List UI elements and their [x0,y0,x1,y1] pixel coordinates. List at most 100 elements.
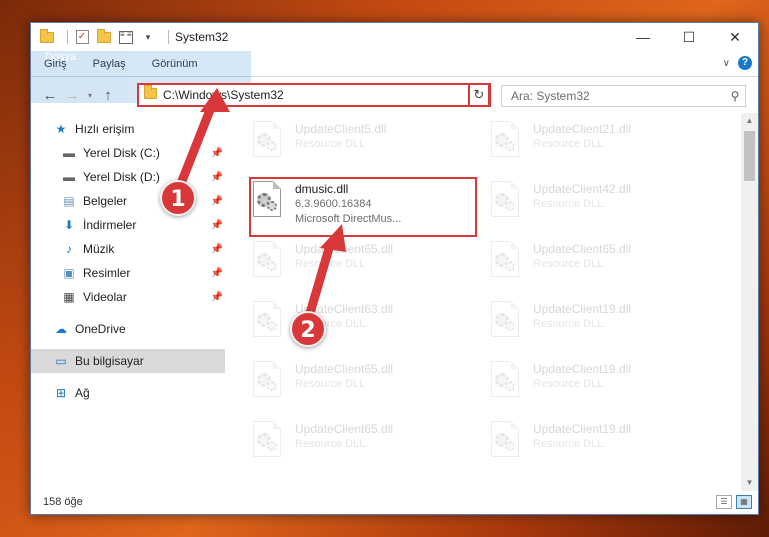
search-input[interactable]: Ara: System32 ⚲ [501,85,746,107]
file-item[interactable]: UpdateClient19.dll Resource DLL [487,299,707,351]
vertical-scrollbar[interactable]: ▲ ▼ [741,113,758,491]
file-item[interactable]: UpdateClient65.dll Resource DLL [249,419,469,471]
dll-file-icon [249,121,285,167]
dll-file-icon [487,181,523,227]
explorer-window: ✓ ≡ ≡ ▾ System32 — ☐ ✕ Dosya Giriş Payla… [30,22,759,515]
address-bar[interactable]: C:\Windows\System32 ∨ [137,83,491,107]
address-path[interactable]: C:\Windows\System32 [163,88,471,102]
scroll-thumb[interactable] [744,131,755,181]
music-note-icon: ♪ [66,242,72,256]
pictures-icon: ▣ [63,266,75,280]
minimize-button[interactable]: — [620,23,666,51]
forward-arrow-icon[interactable]: → [61,87,83,104]
nav-network[interactable]: ⊞ Ağ [31,381,225,405]
file-item[interactable]: UpdateClient65.dll Resource DLL [249,359,469,411]
file-name: UpdateClient42.dll [533,182,632,196]
search-placeholder: Ara: System32 [511,89,590,103]
dll-file-icon [249,421,285,467]
maximize-button[interactable]: ☐ [666,23,712,51]
file-item[interactable]: UpdateClient19.dll Resource DLL [487,359,707,411]
nav-item-local-disk-c[interactable]: ▬ Yerel Disk (C:) 📌 [31,141,225,165]
file-name: UpdateClient21.dll [533,122,632,136]
properties-icon[interactable]: ≡ ≡ [118,29,134,45]
navigation-pane: ★ Hızlı erişim ▬ Yerel Disk (C:) 📌 ▬ Yer… [31,113,225,491]
computer-icon: ▭ [55,354,67,368]
drive-icon: ▬ [63,170,75,184]
file-description: Resource DLL [533,258,604,270]
details-view-icon[interactable]: ☰ [716,495,732,509]
pin-icon[interactable]: 📌 [211,148,223,159]
title-bar: ✓ ≡ ≡ ▾ System32 — ☐ ✕ [31,23,758,51]
pin-icon[interactable]: 📌 [211,196,223,207]
file-name: UpdateClient65.dll [295,422,394,436]
highlight-box [249,177,477,237]
back-arrow-icon[interactable]: ← [39,87,61,104]
pin-icon[interactable]: 📌 [211,220,223,231]
file-description: Resource DLL [533,138,604,150]
nav-label: Videolar [83,290,127,304]
properties-check-icon[interactable]: ✓ [74,29,90,45]
file-name: UpdateClient19.dll [533,362,632,376]
file-description: Resource DLL [295,378,366,390]
expand-ribbon-chevron-icon[interactable]: ∨ [723,58,730,69]
ribbon-right: ∨ ? [723,56,752,70]
help-button[interactable]: ? [738,56,752,70]
pin-icon[interactable]: 📌 [211,244,223,255]
nav-label: Yerel Disk (C:) [83,146,160,160]
file-item[interactable]: UpdateClient19.dll Resource DLL [487,419,707,471]
nav-item-downloads[interactable]: ⬇ İndirmeler 📌 [31,213,225,237]
tiles-view-icon[interactable]: ▦ [736,495,752,509]
nav-label: Resimler [83,266,131,280]
view-buttons: ☰ ▦ [716,495,752,509]
dll-file-icon [249,361,285,407]
close-button[interactable]: ✕ [712,23,758,51]
callout-1: 1 [160,180,196,216]
refresh-icon[interactable]: ↻ [468,83,490,107]
dll-file-icon [249,301,285,347]
nav-this-pc[interactable]: ▭ Bu bilgisayar [31,349,225,373]
file-item[interactable]: UpdateClient63.dll Resource DLL [249,299,469,351]
file-description: Resource DLL [533,438,604,450]
recent-locations-chevron-icon[interactable]: ▾ [83,91,97,100]
status-bar: 158 öğe ☰ ▦ [31,490,758,514]
nav-item-music[interactable]: ♪ Müzik 📌 [31,237,225,261]
nav-item-local-disk-d[interactable]: ▬ Yerel Disk (D:) 📌 [31,165,225,189]
file-description: Resource DLL [295,438,366,450]
dll-file-icon [487,421,523,467]
file-item[interactable]: UpdateClient65.dll Resource DLL [487,239,707,291]
new-folder-icon[interactable] [96,28,112,45]
window-title: System32 [175,30,229,44]
download-arrow-icon: ⬇ [63,218,75,232]
nav-label: İndirmeler [83,218,137,232]
star-icon: ★ [55,122,67,136]
file-item[interactable]: UpdateClient21.dll Resource DLL [487,119,707,171]
scroll-up-arrow-icon[interactable]: ▲ [741,113,758,129]
documents-icon: ▤ [63,194,75,208]
nav-label: Bu bilgisayar [75,354,144,368]
pin-icon[interactable]: 📌 [211,292,223,303]
nav-label: OneDrive [75,322,126,336]
nav-item-videos[interactable]: ▦ Videolar 📌 [31,285,225,309]
nav-item-pictures[interactable]: ▣ Resimler 📌 [31,261,225,285]
pin-icon[interactable]: 📌 [211,268,223,279]
scroll-down-arrow-icon[interactable]: ▼ [741,475,758,491]
pin-icon[interactable]: 📌 [211,172,223,183]
customize-qa-chevron-icon[interactable]: ▾ [140,29,156,45]
search-icon[interactable]: ⚲ [725,89,745,103]
up-arrow-icon[interactable]: ↑ [97,87,119,104]
file-item[interactable]: UpdateClient65.dll Resource DLL [249,239,469,291]
dll-file-icon [487,301,523,347]
file-list: UpdateClient5.dll Resource DLL UpdateClie… [225,113,758,491]
file-item[interactable]: UpdateClient5.dll Resource DLL [249,119,469,171]
nav-onedrive[interactable]: ☁ OneDrive [31,317,225,341]
ribbon-tabs: Dosya Giriş Paylaş Görünüm ∨ ? [31,51,758,103]
folder-icon [144,85,157,102]
file-name: UpdateClient5.dll [295,122,387,136]
file-item[interactable]: UpdateClient42.dll Resource DLL [487,179,707,231]
nav-label: Yerel Disk (D:) [83,170,160,184]
file-description: Resource DLL [533,198,604,210]
file-name: UpdateClient65.dll [295,362,394,376]
nav-item-documents[interactable]: ▤ Belgeler 📌 [31,189,225,213]
dll-file-icon [249,241,285,287]
nav-quick-access[interactable]: ★ Hızlı erişim [31,117,225,141]
